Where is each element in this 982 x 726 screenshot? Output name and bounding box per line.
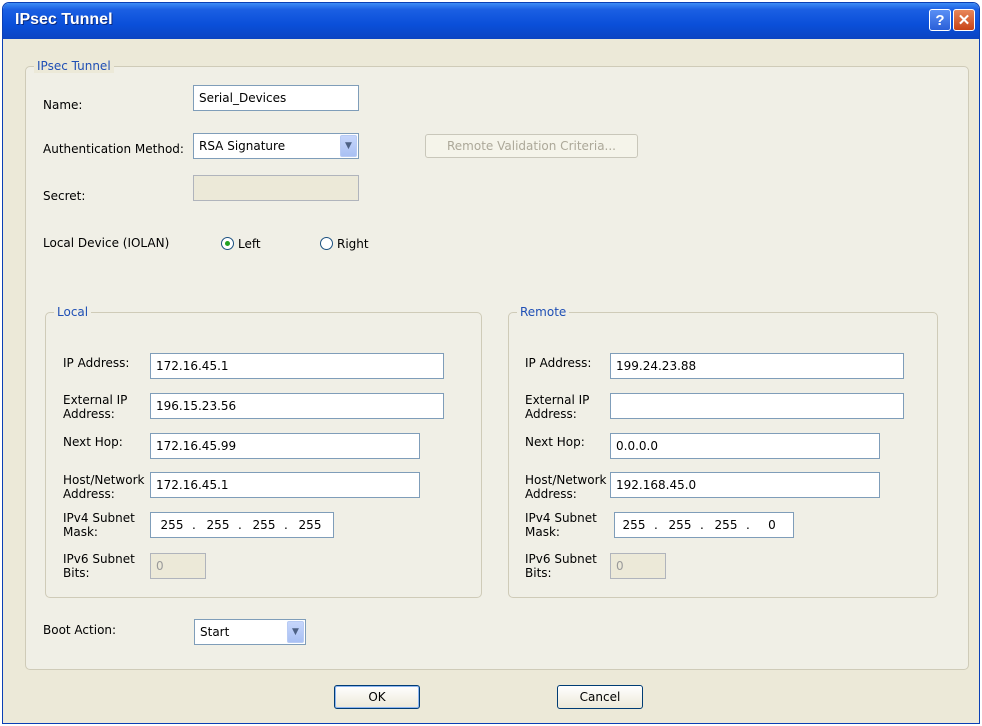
ipsec-tunnel-dialog: IPsec Tunnel ? ✕ IPsec Tunnel Name: Seri… <box>2 2 980 724</box>
help-icon[interactable]: ? <box>929 9 951 31</box>
close-icon[interactable]: ✕ <box>953 9 975 31</box>
local-host-net-input[interactable]: 172.16.45.1 <box>150 472 420 498</box>
local-next-hop-input[interactable]: 172.16.45.99 <box>150 433 420 459</box>
local-next-hop-label: Next Hop: <box>63 435 123 449</box>
local-ip-label: IP Address: <box>63 356 130 370</box>
remote-ext-ip-label-1: External IP <box>525 393 590 407</box>
local-ext-ip-label-1: External IP <box>63 393 128 407</box>
local-ipv4-mask-label-1: IPv4 Subnet <box>63 511 135 525</box>
remote-mask-dot-3: . <box>746 518 750 532</box>
secret-label: Secret: <box>43 189 86 203</box>
ok-button[interactable]: OK <box>334 685 420 709</box>
remote-host-net-label-2: Address: <box>525 487 577 501</box>
remote-ip-label: IP Address: <box>525 356 592 370</box>
local-ext-ip-label-2: Address: <box>63 407 115 421</box>
local-host-net-label-1: Host/Network <box>63 473 145 487</box>
remote-ext-ip-label-2: Address: <box>525 407 577 421</box>
local-mask-octet-4[interactable]: 255 <box>295 518 325 532</box>
remote-group-legend: Remote <box>517 305 570 319</box>
chevron-down-icon[interactable]: ▼ <box>340 135 357 157</box>
radio-right[interactable] <box>320 237 333 250</box>
secret-input[interactable] <box>193 175 359 201</box>
cancel-button[interactable]: Cancel <box>557 685 643 709</box>
remote-mask-octet-4[interactable]: 0 <box>757 518 787 532</box>
boot-action-label: Boot Action: <box>43 623 117 637</box>
local-ipv6-bits-label-2: Bits: <box>63 566 90 580</box>
local-mask-dot-2: . <box>238 518 242 532</box>
remote-ipv4-mask-input[interactable]: 255 . 255 . 255 . 0 <box>614 512 794 538</box>
auth-method-value: RSA Signature <box>199 139 286 153</box>
local-group-legend: Local <box>54 305 92 319</box>
remote-validation-criteria-button[interactable]: Remote Validation Criteria... <box>425 134 638 158</box>
remote-ipv4-mask-label-2: Mask: <box>525 525 560 539</box>
remote-ipv6-bits-label-2: Bits: <box>525 566 552 580</box>
remote-mask-octet-3[interactable]: 255 <box>711 518 741 532</box>
remote-host-net-input[interactable]: 192.168.45.0 <box>610 472 880 498</box>
remote-ipv6-bits-label-1: IPv6 Subnet <box>525 552 597 566</box>
local-ipv6-bits-input[interactable]: 0 <box>150 553 206 579</box>
radio-left-label[interactable]: Left <box>238 237 261 251</box>
local-mask-octet-1[interactable]: 255 <box>157 518 187 532</box>
remote-ipv6-bits-input[interactable]: 0 <box>610 553 666 579</box>
local-ip-input[interactable]: 172.16.45.1 <box>150 353 444 379</box>
remote-next-hop-label: Next Hop: <box>525 435 585 449</box>
local-mask-octet-3[interactable]: 255 <box>249 518 279 532</box>
name-input[interactable]: Serial_Devices <box>193 85 359 111</box>
radio-left[interactable] <box>221 237 234 250</box>
boot-action-select[interactable]: Start ▼ <box>194 619 306 645</box>
name-label: Name: <box>43 98 83 112</box>
dialog-client-area: IPsec Tunnel Name: Serial_Devices Authen… <box>6 39 976 722</box>
window-title: IPsec Tunnel <box>15 11 113 28</box>
local-ext-ip-input[interactable]: 196.15.23.56 <box>150 393 444 419</box>
remote-mask-dot-2: . <box>700 518 704 532</box>
local-device-label: Local Device (IOLAN) <box>43 236 170 250</box>
remote-next-hop-input[interactable]: 0.0.0.0 <box>610 433 880 459</box>
local-ipv4-mask-label-2: Mask: <box>63 525 98 539</box>
remote-host-net-label-1: Host/Network <box>525 473 607 487</box>
radio-right-label[interactable]: Right <box>337 237 369 251</box>
local-mask-octet-2[interactable]: 255 <box>203 518 233 532</box>
chevron-down-icon[interactable]: ▼ <box>287 621 304 643</box>
auth-method-label: Authentication Method: <box>43 142 184 156</box>
boot-action-value: Start <box>200 625 230 639</box>
remote-ext-ip-input[interactable] <box>610 393 904 419</box>
auth-method-select[interactable]: RSA Signature ▼ <box>193 133 359 159</box>
title-bar[interactable]: IPsec Tunnel ? ✕ <box>3 3 979 39</box>
remote-mask-octet-2[interactable]: 255 <box>665 518 695 532</box>
remote-ipv4-mask-label-1: IPv4 Subnet <box>525 511 597 525</box>
local-mask-dot-3: . <box>284 518 288 532</box>
remote-mask-dot-1: . <box>654 518 658 532</box>
ipsec-tunnel-group-legend: IPsec Tunnel <box>34 59 114 73</box>
local-ipv6-bits-label-1: IPv6 Subnet <box>63 552 135 566</box>
remote-ip-input[interactable]: 199.24.23.88 <box>610 353 904 379</box>
local-host-net-label-2: Address: <box>63 487 115 501</box>
remote-mask-octet-1[interactable]: 255 <box>619 518 649 532</box>
local-mask-dot-1: . <box>192 518 196 532</box>
local-ipv4-mask-input[interactable]: 255 . 255 . 255 . 255 <box>150 512 334 538</box>
